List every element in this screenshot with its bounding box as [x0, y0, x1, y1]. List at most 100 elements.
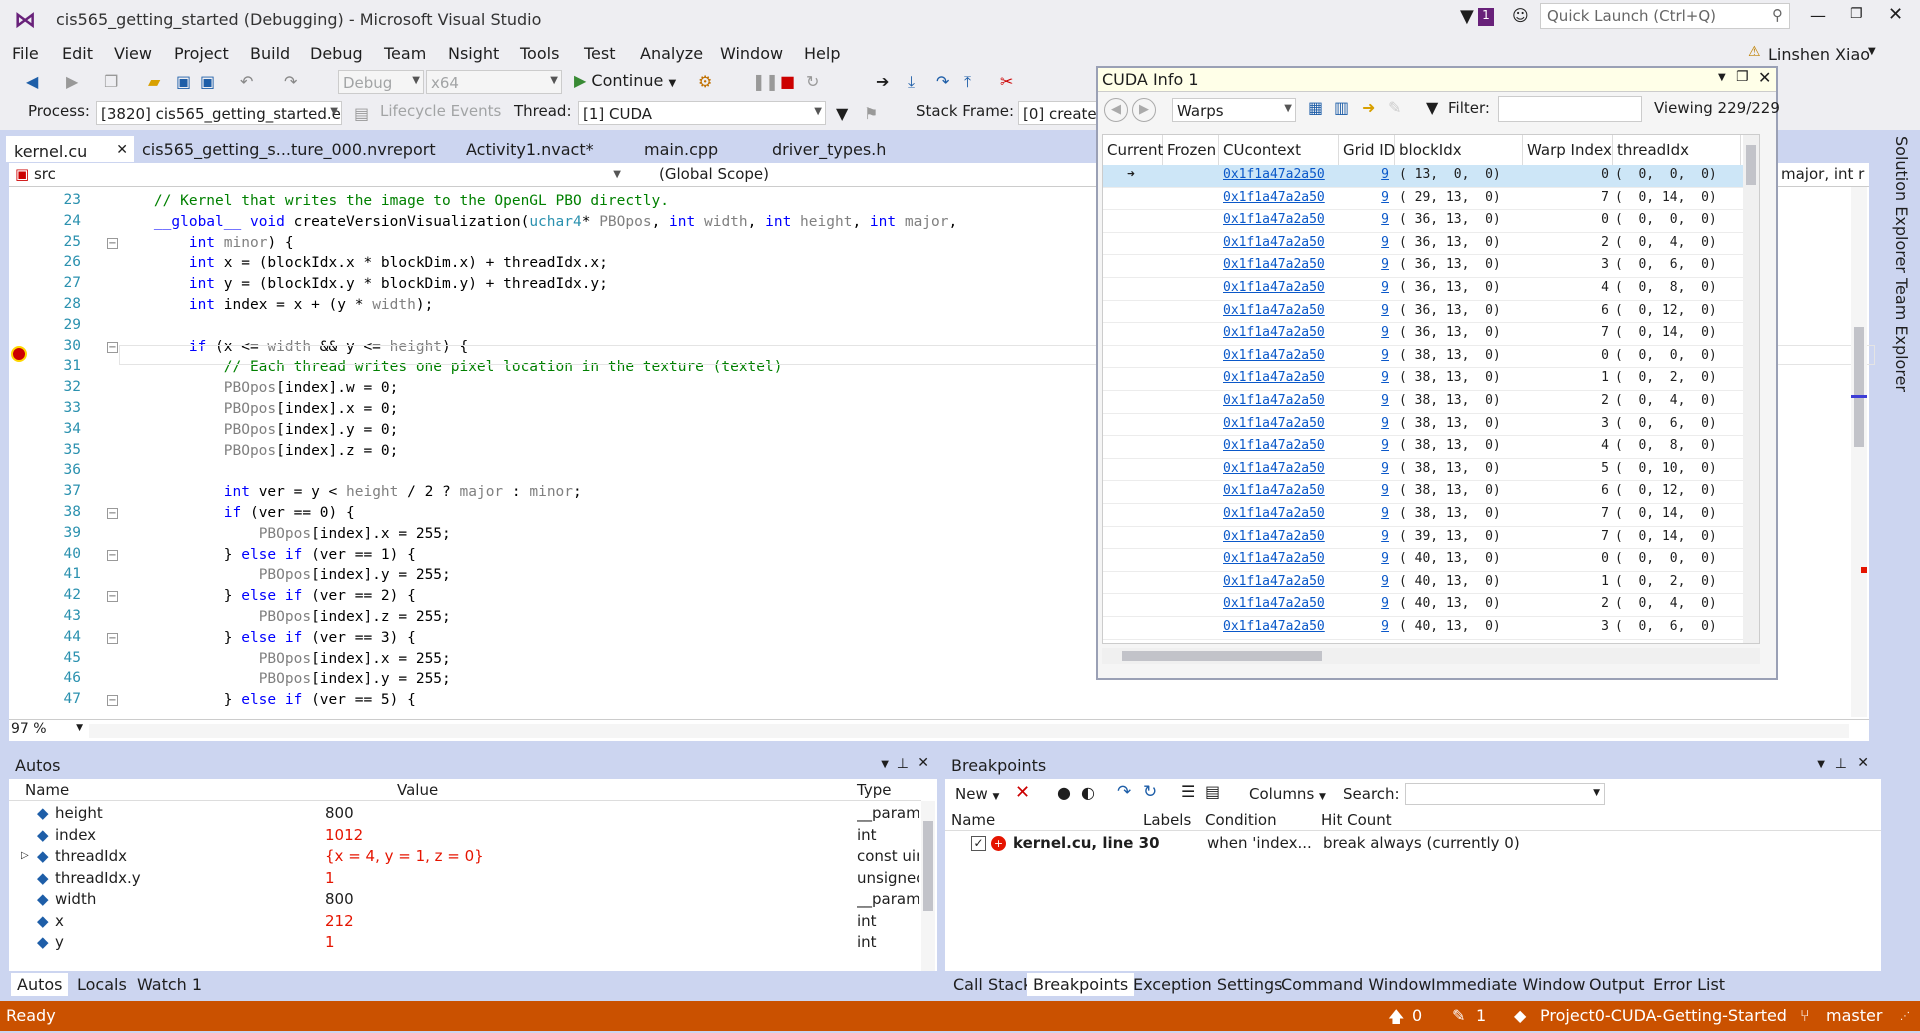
- col-current[interactable]: Current: [1103, 135, 1163, 165]
- autos-titlebar[interactable]: Autos ▼ ⊥ ✕: [9, 753, 937, 779]
- table-row[interactable]: 0x1f1a47a2a50 9 ( 36, 13, 0) 7 ( 0, 14, 0): [1103, 323, 1759, 346]
- code-line[interactable]: int y = (blockIdx.y * blockDim.y) + thre…: [119, 274, 608, 294]
- code-line[interactable]: int ver = y < height / 2 ? major : minor…: [119, 482, 582, 502]
- code-line[interactable]: // Kernel that writes the image to the O…: [119, 191, 669, 211]
- autos-vscrollbar[interactable]: [921, 801, 935, 971]
- dropdown-icon[interactable]: ▼: [881, 759, 889, 770]
- table-icon[interactable]: ▦: [1308, 98, 1323, 117]
- col-condition[interactable]: Condition: [1205, 811, 1277, 829]
- close-icon[interactable]: ✕: [116, 142, 128, 158]
- editor-hscrollbar[interactable]: [89, 724, 1849, 738]
- warps-hscrollbar[interactable]: [1102, 648, 1760, 664]
- new-breakpoint-button[interactable]: New ▼: [955, 785, 999, 803]
- grid-id-link[interactable]: 9: [1343, 303, 1389, 318]
- code-line[interactable]: } else if (ver == 2) {: [119, 586, 416, 606]
- code-line[interactable]: PBOpos[index].y = 255;: [119, 669, 451, 689]
- menu-nsight[interactable]: Nsight: [448, 44, 499, 63]
- repo-icon[interactable]: ◆: [1514, 1006, 1526, 1025]
- show-next-statement-icon[interactable]: ➔: [876, 72, 889, 92]
- thread-select[interactable]: [1] CUDA ▼: [578, 101, 826, 125]
- grid-id-link[interactable]: 9: [1343, 235, 1389, 250]
- back-icon[interactable]: ◀: [26, 72, 38, 92]
- cucontext-link[interactable]: 0x1f1a47a2a50: [1223, 596, 1325, 611]
- goto-disasm-icon[interactable]: ▤: [1205, 782, 1220, 801]
- tab-activity[interactable]: Activity1.nvact*: [458, 136, 602, 162]
- view-select[interactable]: Warps ▼: [1172, 98, 1296, 122]
- col-type[interactable]: Type: [857, 781, 891, 799]
- list-item[interactable]: ◆ width 800 __parame: [9, 889, 937, 910]
- grid-id-link[interactable]: 9: [1343, 212, 1389, 227]
- table-row[interactable]: 0x1f1a47a2a50 9 ( 29, 13, 0) 7 ( 0, 14, 0): [1103, 188, 1759, 211]
- tab-output[interactable]: Output: [1583, 973, 1651, 996]
- expand-icon[interactable]: ▷: [21, 850, 29, 861]
- menu-build[interactable]: Build: [250, 44, 290, 63]
- code-line[interactable]: __global__ void createVersionVisualizati…: [119, 212, 957, 232]
- code-text[interactable]: // Kernel that writes the image to the O…: [119, 187, 1099, 717]
- cucontext-link[interactable]: 0x1f1a47a2a50: [1223, 325, 1325, 340]
- tab-driver-types[interactable]: driver_types.h: [764, 136, 894, 162]
- table-row[interactable]: 0x1f1a47a2a50 9 ( 39, 13, 0) 7 ( 0, 14, 0): [1103, 527, 1759, 550]
- solution-explorer-tab[interactable]: Solution Explorer: [1892, 136, 1911, 273]
- table-row[interactable]: 0x1f1a47a2a50 9 ( 38, 13, 0) 4 ( 0, 8, 0): [1103, 436, 1759, 459]
- team-explorer-tab[interactable]: Team Explorer: [1892, 278, 1911, 392]
- code-line[interactable]: } else if (ver == 1) {: [119, 545, 416, 565]
- collapse-icon[interactable]: −: [107, 695, 118, 707]
- back-icon[interactable]: ◀: [1104, 98, 1128, 122]
- tab-main-cpp[interactable]: main.cpp: [636, 136, 726, 162]
- break-all-icon[interactable]: ❚❚: [752, 72, 779, 92]
- col-hit-count[interactable]: Hit Count: [1321, 811, 1392, 829]
- variable-value[interactable]: 1012: [325, 826, 363, 844]
- code-line[interactable]: int x = (blockIdx.x * blockDim.x) + thre…: [119, 253, 608, 273]
- scrollbar-thumb[interactable]: [1854, 327, 1864, 447]
- platform-select[interactable]: x64 ▼: [426, 70, 562, 94]
- grid-id-link[interactable]: 9: [1343, 370, 1389, 385]
- cucontext-link[interactable]: 0x1f1a47a2a50: [1223, 416, 1325, 431]
- cucontext-link[interactable]: 0x1f1a47a2a50: [1223, 574, 1325, 589]
- book-icon[interactable]: ▥: [1334, 98, 1349, 117]
- filter-icon[interactable]: ▼: [1460, 6, 1474, 27]
- tab-autos[interactable]: Autos: [11, 973, 69, 996]
- col-name[interactable]: Name: [951, 811, 995, 829]
- tab-locals[interactable]: Locals: [71, 973, 133, 996]
- scope-select[interactable]: (Global Scope): [659, 165, 1099, 185]
- list-item[interactable]: ◆ x 212 int: [9, 911, 937, 932]
- filter-input[interactable]: [1498, 96, 1642, 122]
- tab-command-window[interactable]: Command Window: [1275, 973, 1437, 996]
- toggle-all-icon[interactable]: ◐: [1081, 783, 1095, 802]
- code-line[interactable]: PBOpos[index].x = 0;: [119, 399, 399, 419]
- code-line[interactable]: PBOpos[index].z = 255;: [119, 607, 451, 627]
- menu-help[interactable]: Help: [804, 44, 840, 63]
- grid-id-link[interactable]: 9: [1343, 506, 1389, 521]
- pending-changes-icon[interactable]: ✎: [1452, 1006, 1465, 1025]
- cuda-info-titlebar[interactable]: CUDA Info 1 ▼ ❐ ✕: [1098, 68, 1776, 92]
- open-icon[interactable]: ▰: [148, 72, 160, 92]
- cucontext-link[interactable]: 0x1f1a47a2a50: [1223, 619, 1325, 634]
- tab-kernel-cu[interactable]: kernel.cu ✕: [6, 136, 134, 162]
- variable-value[interactable]: 1: [325, 869, 335, 887]
- grid-id-link[interactable]: 9: [1343, 348, 1389, 363]
- delete-icon[interactable]: ✕: [1015, 782, 1030, 803]
- cucontext-link[interactable]: 0x1f1a47a2a50: [1223, 212, 1325, 227]
- table-row[interactable]: 0x1f1a47a2a50 9 ( 40, 13, 0) 2 ( 0, 4, 0): [1103, 594, 1759, 617]
- menu-test[interactable]: Test: [584, 44, 616, 63]
- dropdown-icon[interactable]: ▼: [1718, 72, 1726, 83]
- goto-source-icon[interactable]: ☰: [1181, 782, 1195, 801]
- pending-count[interactable]: 1: [1476, 1006, 1486, 1025]
- pin-icon[interactable]: ⊥: [897, 756, 909, 772]
- grid-id-link[interactable]: 9: [1343, 461, 1389, 476]
- scrollbar-thumb[interactable]: [923, 821, 933, 911]
- publish-up-icon[interactable]: 🡅: [1388, 1006, 1404, 1033]
- collapse-icon[interactable]: −: [107, 237, 118, 249]
- maximize-button[interactable]: ❐: [1850, 6, 1863, 22]
- pin-icon[interactable]: ⊥: [1835, 756, 1847, 772]
- menu-project[interactable]: Project: [174, 44, 229, 63]
- user-caret-icon[interactable]: ▼: [1868, 46, 1876, 57]
- tab-breakpoints[interactable]: Breakpoints: [1027, 973, 1135, 996]
- stop-icon[interactable]: ■: [780, 72, 795, 92]
- zoom-select[interactable]: 97 % ▼: [11, 721, 85, 740]
- col-frozen[interactable]: Frozen: [1163, 135, 1219, 165]
- col-cucontext[interactable]: CUcontext: [1219, 135, 1339, 165]
- col-grid-id[interactable]: Grid ID: [1339, 135, 1395, 165]
- restart-icon[interactable]: ↻: [806, 72, 819, 92]
- table-row[interactable]: 0x1f1a47a2a50 9 ( 36, 13, 0) 6 ( 0, 12, 0): [1103, 301, 1759, 324]
